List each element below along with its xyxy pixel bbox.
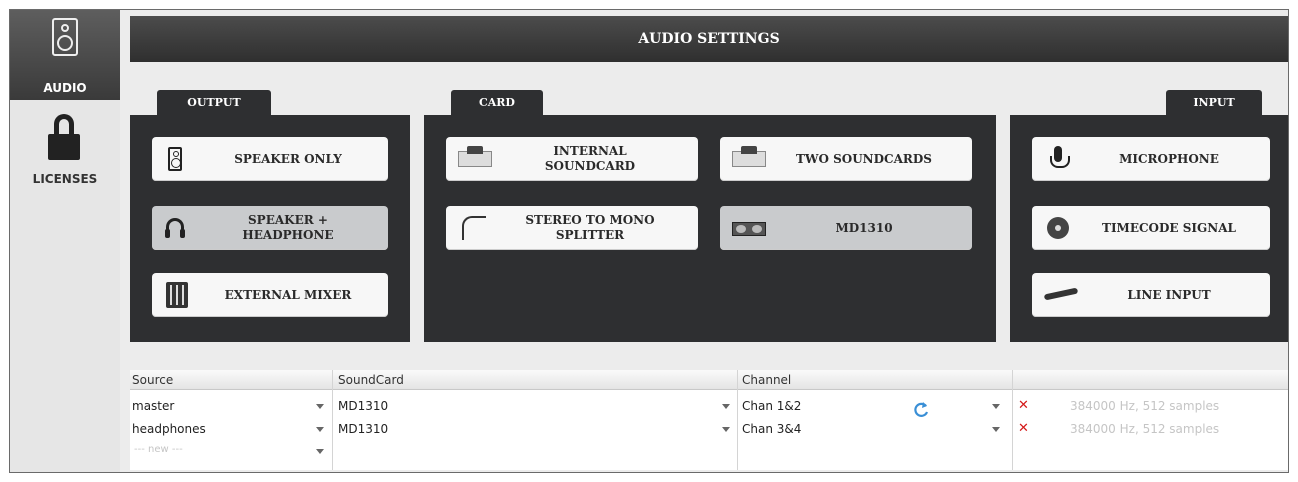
input-panel: MICROPHONE TIMECODE SIGNAL LINE INPUT	[1010, 115, 1288, 342]
button-label: MD1310	[835, 220, 893, 235]
two-soundcards-icon	[732, 145, 766, 173]
button-label: MICROPHONE	[1119, 151, 1219, 166]
sidebar-item-label: LICENSES	[32, 172, 98, 186]
output-panel: SPEAKER ONLY SPEAKER + HEADPHONE EXTERNA…	[130, 115, 410, 342]
sidebar-item-label: AUDIO	[43, 81, 87, 95]
md1310-controller-icon	[732, 214, 766, 242]
card-panel: INTERNAL SOUNDCARD TWO SOUNDCARDS STEREO…	[424, 115, 996, 342]
refresh-icon[interactable]	[912, 400, 930, 422]
remove-icon[interactable]: ✕	[1018, 398, 1029, 413]
button-label: SPEAKER + HEADPHONE	[242, 213, 334, 242]
internal-soundcard-button[interactable]: INTERNAL SOUNDCARD	[446, 137, 698, 181]
tab-card: CARD	[451, 90, 543, 116]
sidebar-item-audio[interactable]: AUDIO	[10, 10, 120, 100]
column-header-source[interactable]: Source	[132, 373, 173, 387]
splitter-cable-icon	[458, 214, 486, 242]
external-mixer-button[interactable]: EXTERNAL MIXER	[152, 273, 388, 317]
line-input-button[interactable]: LINE INPUT	[1032, 273, 1270, 317]
button-label: EXTERNAL MIXER	[224, 287, 352, 302]
tab-input: INPUT	[1166, 90, 1262, 116]
button-label: SPEAKER ONLY	[234, 151, 342, 166]
button-label: TIMECODE SIGNAL	[1102, 220, 1236, 235]
line-cable-icon	[1043, 281, 1079, 309]
speaker-icon	[164, 145, 192, 173]
stereo-to-mono-splitter-button[interactable]: STEREO TO MONO SPLITTER	[446, 206, 698, 250]
remove-icon[interactable]: ✕	[1018, 421, 1029, 436]
channel-select[interactable]: Chan 3&4	[742, 422, 801, 436]
table-row-new: --- new ---	[130, 442, 1288, 462]
status-text: 384000 Hz, 512 samples	[1070, 399, 1220, 413]
mixer-icon	[164, 281, 192, 309]
button-label: INTERNAL SOUNDCARD	[544, 144, 636, 173]
chevron-down-icon[interactable]	[992, 404, 1000, 409]
soundcard-icon	[458, 145, 492, 173]
button-label: LINE INPUT	[1127, 287, 1211, 302]
microphone-button[interactable]: MICROPHONE	[1032, 137, 1270, 181]
source-select[interactable]: master	[132, 399, 174, 413]
table-header: Source SoundCard Channel	[130, 370, 1288, 390]
chevron-down-icon[interactable]	[316, 404, 324, 409]
chevron-down-icon[interactable]	[722, 404, 730, 409]
speaker-icon	[52, 18, 78, 56]
page-title: AUDIO SETTINGS	[130, 16, 1288, 62]
md1310-button[interactable]: MD1310	[720, 206, 972, 250]
two-soundcards-button[interactable]: TWO SOUNDCARDS	[720, 137, 972, 181]
tab-output: OUTPUT	[157, 90, 271, 116]
microphone-icon	[1044, 145, 1072, 173]
chevron-down-icon[interactable]	[316, 449, 324, 454]
source-select[interactable]: headphones	[132, 422, 206, 436]
new-source-select[interactable]: --- new ---	[134, 444, 183, 455]
chevron-down-icon[interactable]	[316, 427, 324, 432]
timecode-signal-button[interactable]: TIMECODE SIGNAL	[1032, 206, 1270, 250]
routing-table: Source SoundCard Channel master MD1310 C…	[130, 370, 1288, 470]
chevron-down-icon[interactable]	[722, 427, 730, 432]
vinyl-disc-icon	[1044, 214, 1072, 242]
sidebar-item-licenses[interactable]: LICENSES	[10, 110, 120, 190]
status-text: 384000 Hz, 512 samples	[1070, 422, 1220, 436]
sidebar: AUDIO LICENSES	[10, 10, 120, 472]
soundcard-select[interactable]: MD1310	[338, 399, 388, 413]
lock-icon	[48, 114, 80, 162]
table-row: headphones MD1310 Chan 3&4 ✕ 384000 Hz, …	[130, 420, 1288, 440]
speaker-headphone-button[interactable]: SPEAKER + HEADPHONE	[152, 206, 388, 250]
column-header-channel[interactable]: Channel	[742, 373, 791, 387]
chevron-down-icon[interactable]	[992, 427, 1000, 432]
speaker-only-button[interactable]: SPEAKER ONLY	[152, 137, 388, 181]
soundcard-select[interactable]: MD1310	[338, 422, 388, 436]
column-header-soundcard[interactable]: SoundCard	[338, 373, 404, 387]
button-label: TWO SOUNDCARDS	[796, 151, 932, 166]
table-row: master MD1310 Chan 1&2 ✕ 384000 Hz, 512 …	[130, 397, 1288, 417]
channel-select[interactable]: Chan 1&2	[742, 399, 801, 413]
button-label: STEREO TO MONO SPLITTER	[525, 213, 655, 242]
headphone-icon	[164, 214, 192, 242]
